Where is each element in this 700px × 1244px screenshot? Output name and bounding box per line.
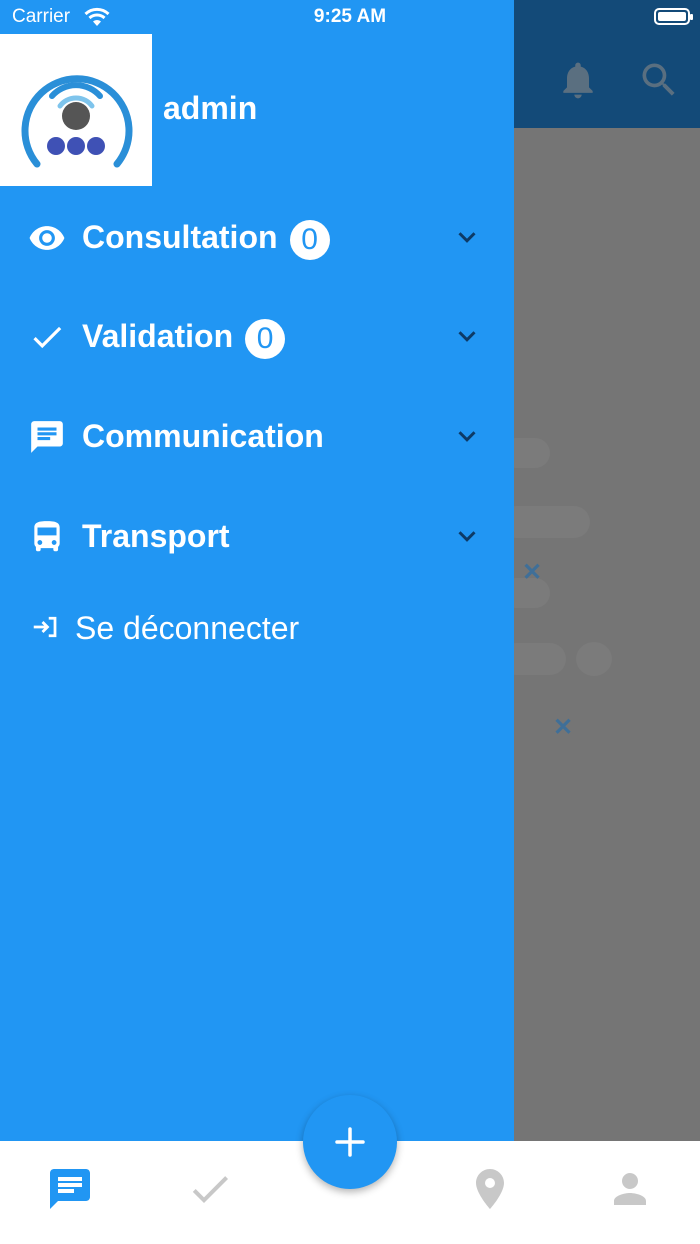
bell-icon[interactable] (556, 58, 600, 102)
menu-label-transport: Transport (82, 518, 230, 554)
battery-icon (654, 8, 693, 25)
menu-item-communication[interactable]: Communication (0, 401, 514, 471)
bus-icon (34, 521, 60, 552)
username: admin (163, 90, 258, 126)
ghost-element (576, 642, 612, 676)
close-icon: ✕ (522, 559, 543, 586)
navigation-drawer: admin Consultation 0 Validation 0 Communic… (0, 0, 514, 1141)
check-icon[interactable] (186, 1165, 234, 1213)
logout-button[interactable]: Se déconnecter (0, 600, 514, 656)
add-button[interactable] (303, 1095, 397, 1189)
close-icon: ✕ (553, 714, 574, 741)
menu-item-validation[interactable]: Validation 0 (0, 301, 514, 371)
consultation-count-badge: 0 (289, 219, 330, 260)
validation-count-badge: 0 (245, 318, 286, 359)
clock: 9:25 AM (313, 6, 387, 27)
app-logo-icon (21, 75, 133, 168)
chevron-down-icon[interactable] (452, 421, 482, 451)
menu-item-consultation[interactable]: Consultation 0 (0, 202, 514, 272)
search-icon[interactable] (637, 58, 681, 102)
person-icon[interactable] (606, 1165, 654, 1213)
chevron-down-icon[interactable] (452, 521, 482, 551)
check-icon (33, 326, 62, 349)
status-bar: Carrier 9:25 AM (0, 0, 700, 34)
chevron-down-icon[interactable] (452, 321, 482, 351)
menu-item-transport[interactable]: Transport (0, 501, 514, 571)
eye-icon (29, 226, 65, 250)
logout-label: Se déconnecter (75, 610, 300, 646)
location-pin-icon[interactable] (466, 1165, 514, 1213)
menu-label-consultation: Consultation (82, 219, 278, 255)
app-logo (0, 34, 152, 186)
message-icon (31, 421, 63, 453)
menu-label-validation: Validation (82, 318, 234, 354)
messages-icon[interactable] (46, 1165, 94, 1213)
plus-icon (335, 1127, 365, 1157)
menu-label-communication: Communication (82, 418, 324, 454)
chevron-down-icon[interactable] (452, 222, 482, 252)
logout-icon (33, 616, 57, 638)
